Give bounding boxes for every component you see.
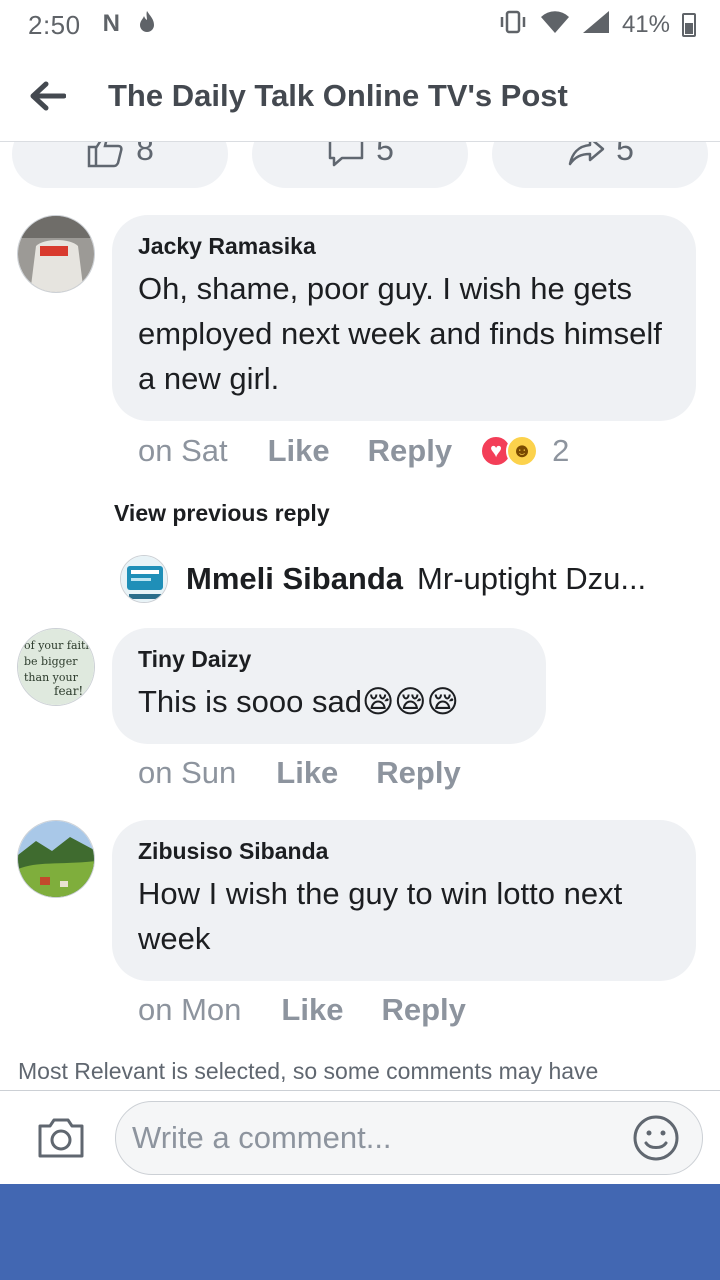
camera-icon [38,1118,84,1157]
page-title: The Daily Talk Online TV's Post [108,77,568,113]
comment-bubble: Tiny Daizy This is sooo sad😪😪😪 [112,628,546,744]
battery-icon [682,13,696,37]
wifi-icon [540,10,570,41]
svg-text:of your faith: of your faith [24,639,93,652]
reply-button[interactable]: Reply [368,433,452,469]
camera-button[interactable] [36,1116,86,1160]
reply-preview[interactable]: Mmeli Sibanda Mr-uptight Dzu... [120,555,700,603]
avatar[interactable] [120,555,168,603]
haha-reaction-icon: ☻ [506,435,539,467]
svg-text:than your: than your [24,671,79,684]
svg-text:be bigger: be bigger [24,655,78,668]
comment-author[interactable]: Tiny Daizy [138,646,520,673]
back-arrow-icon [30,81,66,110]
sort-notice: Most Relevant is selected, so some comme… [18,1058,599,1084]
comment-author[interactable]: Zibusiso Sibanda [138,838,670,865]
reaction-summary[interactable]: ♥ ☻ 2 [480,433,569,469]
avatar[interactable] [17,820,95,898]
status-bar: 2:50 N 41% [0,0,720,50]
reply-author[interactable]: Mmeli Sibanda [186,561,403,597]
comment-bubble: Zibusiso Sibanda How I wish the guy to w… [112,820,696,981]
like-button[interactable]: Like [276,755,338,791]
vibrate-icon [498,10,528,41]
back-button[interactable] [0,50,96,142]
reply-button[interactable]: Reply [381,992,465,1028]
comment-author[interactable]: Jacky Ramasika [138,233,670,260]
status-time: 2:50 [28,9,81,40]
smiley-icon [633,1115,679,1161]
reaction-count: 2 [552,433,570,468]
comment-text: How I wish the guy to win lotto next wee… [138,876,623,956]
flame-icon [138,10,156,41]
comment-time[interactable]: on Mon [138,992,241,1028]
like-button[interactable]: Like [268,433,330,469]
comment-time[interactable]: on Sat [138,433,228,469]
comment-input[interactable] [132,1120,612,1156]
reply-button[interactable]: Reply [376,755,460,791]
emoji-button[interactable] [632,1114,680,1162]
avatar[interactable] [17,215,95,293]
app-header: The Daily Talk Online TV's Post [0,50,720,142]
comment-box [115,1101,703,1175]
comment-composer [0,1090,720,1184]
comment-actions: on Sun Like Reply [138,755,499,791]
comment-time[interactable]: on Sun [138,755,236,791]
battery-percent: 41% [621,11,670,38]
comment-text: This is sooo sad😪😪😪 [138,684,459,719]
like-button[interactable]: Like [281,992,343,1028]
svg-text:fear!: fear! [54,684,83,698]
comment-text: Oh, shame, poor guy. I wish he gets empl… [138,271,662,396]
bottom-nav-bar [0,1184,720,1280]
comment-bubble: Jacky Ramasika Oh, shame, poor guy. I wi… [112,215,696,421]
signal-icon [582,10,610,41]
reply-text: Mr-uptight Dzu... [417,561,647,596]
view-previous-reply[interactable]: View previous reply [114,500,330,527]
comment-actions: on Sat Like Reply ♥ ☻ 2 [138,433,569,469]
avatar[interactable]: of your faith be bigger than your fear! [17,628,95,706]
comment-actions: on Mon Like Reply [138,992,504,1028]
n-icon: N [102,9,120,37]
